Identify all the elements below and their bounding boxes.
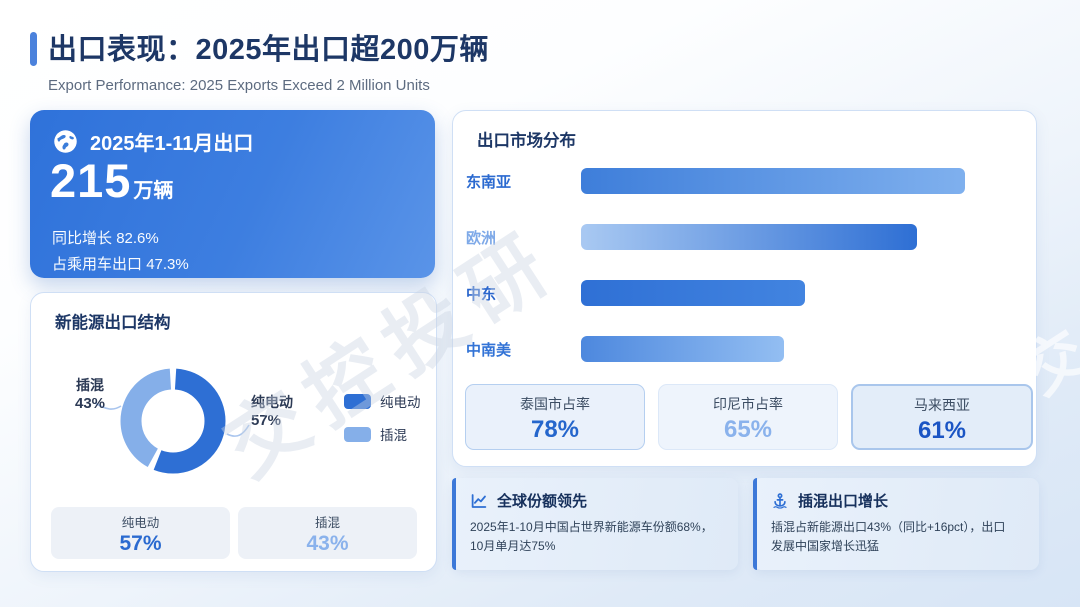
bar-fill (581, 280, 806, 306)
bar-fill (581, 224, 918, 250)
callout-value: 57% (251, 411, 282, 429)
market-distribution-card: 出口市场分布 东南亚 欧洲 中东 中南美 泰国市占率 78% 印尼市占率 65% (452, 110, 1037, 467)
legend-item-bev: 纯电动 (344, 391, 421, 411)
callout-value: 43% (74, 394, 106, 412)
anchor-icon (771, 492, 789, 510)
bar-fill (581, 168, 965, 194)
summary-value: 215 (50, 154, 132, 207)
nev-stat-phev: 插混 43% (238, 507, 417, 559)
highlight-text: 插混占新能源出口43%（同比+16pct），出口 发展中国家增长迅猛 (771, 520, 1006, 554)
stat-value: 61% (917, 417, 967, 444)
donut-callout-phev: 插混 43% (59, 377, 121, 413)
stat-value: 57% (119, 532, 162, 555)
stat-label: 印尼市占率 (713, 396, 783, 412)
market-card-title: 出口市场分布 (477, 132, 576, 150)
highlight-text: 2025年1-10月中国占世界新能源车份额68%， 10月单月达75% (470, 520, 713, 554)
nev-stat-bev: 纯电动 57% (51, 507, 230, 559)
leader-line-right (226, 424, 250, 437)
callout-label: 纯电动 (251, 394, 293, 410)
page-title: 出口表现：2025年出口超200万辆 (48, 34, 489, 66)
bar-label: 中南美 (466, 342, 512, 359)
stat-label: 插混 (314, 516, 340, 530)
bar-row-middle-east: 中东 (453, 279, 1036, 307)
legend-label: 插混 (380, 428, 407, 443)
bar-row-latin-america: 中南美 (453, 335, 1036, 363)
stat-label: 泰国市占率 (520, 396, 590, 412)
summary-unit: 万辆 (133, 180, 174, 202)
growth-label: 同比增长 (52, 230, 113, 247)
share-value: 47.3% (146, 256, 189, 273)
card-accent-bar (753, 478, 757, 570)
share-label: 占乘用车出口 (52, 256, 143, 273)
bar-row-europe: 欧洲 (453, 223, 1036, 251)
line-chart-icon (470, 492, 488, 510)
stat-value: 78% (530, 416, 580, 443)
stat-label: 纯电动 (121, 516, 160, 530)
highlight-title: 全球份额领先 (497, 493, 588, 510)
nev-stat-row: 纯电动 57% 插混 43% (51, 507, 417, 559)
stat-value: 65% (723, 416, 773, 443)
bar-fill (581, 336, 784, 362)
legend-label: 纯电动 (380, 395, 421, 410)
summary-period-label: 2025年1-11月出口 (90, 133, 254, 155)
nev-structure-card: 新能源出口结构 插混 43% 纯电动 57% 纯电动 插混 纯电动 57% 插混… (30, 292, 437, 572)
legend-swatch-bev (344, 393, 371, 409)
stat-label: 马来西亚 (914, 397, 970, 413)
highlight-card-global-share: 全球份额领先 2025年1-10月中国占世界新能源车份额68%， 10月单月达7… (452, 478, 738, 570)
bar-row-southeast-asia: 东南亚 (453, 167, 1036, 195)
card-accent-bar (452, 478, 456, 570)
highlight-title: 插混出口增长 (798, 493, 889, 510)
stat-malaysia: 马来西亚 61% (851, 384, 1033, 450)
donut-callout-bev: 纯电动 57% (251, 394, 293, 430)
title-accent-bar (30, 32, 37, 66)
stat-thailand: 泰国市占率 78% (465, 384, 645, 450)
bar-label: 东南亚 (466, 174, 512, 191)
stat-value: 43% (306, 532, 349, 555)
legend-swatch-phev (344, 426, 371, 442)
growth-value: 82.6% (116, 230, 159, 247)
highlight-card-phev-export: 插混出口增长 插混占新能源出口43%（同比+16pct），出口 发展中国家增长迅… (753, 478, 1039, 570)
legend-item-phev: 插混 (344, 424, 421, 444)
bar-label: 中东 (466, 286, 497, 303)
export-summary-card: 2025年1-11月出口 215 万辆 同比增长 82.6% 占乘用车出口 47… (30, 110, 435, 278)
donut-legend: 纯电动 插混 (344, 391, 421, 444)
callout-label: 插混 (76, 377, 104, 393)
globe-icon (52, 128, 79, 155)
stat-indonesia: 印尼市占率 65% (658, 384, 838, 450)
slide-canvas: 出口表现：2025年出口超200万辆 Export Performance: 2… (0, 0, 1080, 607)
page-subtitle: Export Performance: 2025 Exports Exceed … (48, 77, 430, 94)
market-stat-row: 泰国市占率 78% 印尼市占率 65% 马来西亚 61% (465, 384, 1033, 450)
bar-label: 欧洲 (466, 230, 497, 247)
